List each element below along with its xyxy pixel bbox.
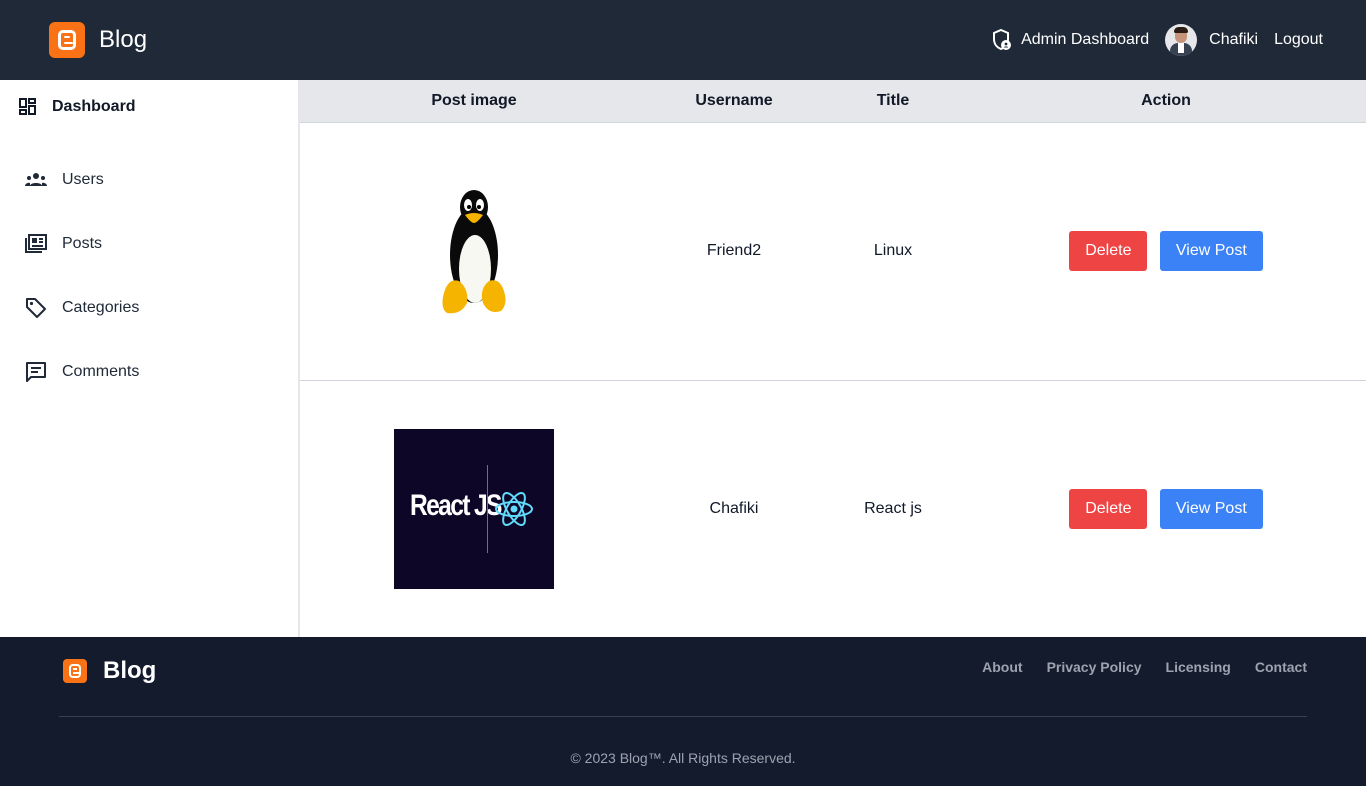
view-post-button[interactable]: View Post [1159, 489, 1263, 530]
sidebar-item-label: Dashboard [52, 98, 136, 115]
column-header-username: Username [695, 91, 773, 109]
footer-link-contact[interactable]: Contact [1255, 659, 1307, 675]
footer: Blog About Privacy Policy Licensing Cont… [0, 637, 1366, 786]
action-cell: Delete View Post [966, 380, 1366, 638]
table-header-row: Post image Username Title Action [300, 80, 1366, 122]
posts-table: Post image Username Title Action Friend2… [300, 80, 1366, 638]
avatar[interactable] [1165, 24, 1198, 56]
view-post-button[interactable]: View Post [1159, 231, 1263, 271]
footer-brand-name: Blog [103, 657, 157, 684]
title-cell: React js [864, 500, 922, 518]
action-cell: Delete View Post [966, 122, 1366, 380]
table-row: React JS Chafiki React js Delete View Po… [300, 380, 1366, 638]
brand[interactable]: Blog [49, 22, 147, 58]
column-header-post-image: Post image [431, 91, 517, 109]
table-row: Friend2 Linux Delete View Post [300, 122, 1366, 380]
footer-link-licensing[interactable]: Licensing [1166, 659, 1231, 675]
blogger-logo-icon [63, 659, 87, 683]
sidebar-item-label: Categories [62, 299, 140, 316]
comment-icon [26, 362, 46, 382]
posts-icon [25, 234, 47, 253]
admin-shield-icon [993, 28, 1012, 51]
sidebar-item-label: Posts [62, 235, 103, 252]
react-atom-icon [495, 492, 533, 527]
column-header-title: Title [876, 91, 910, 109]
delete-button[interactable]: Delete [1069, 489, 1148, 530]
sidebar-item-categories[interactable]: Categories [24, 296, 139, 320]
top-navbar: Blog Admin Dashboard Chafiki Logout [0, 0, 1366, 80]
footer-divider [59, 716, 1307, 717]
column-header-action: Action [1141, 91, 1191, 109]
tag-icon [26, 298, 46, 318]
username-link[interactable]: Chafiki [1209, 31, 1258, 49]
sidebar-item-users[interactable]: Users [24, 168, 104, 192]
linux-penguin-image [442, 190, 506, 314]
logout-button[interactable]: Logout [1274, 31, 1323, 49]
post-image-cell: React JS [300, 380, 648, 638]
footer-link-about[interactable]: About [982, 659, 1022, 675]
sidebar-item-dashboard[interactable]: Dashboard [18, 97, 136, 117]
users-icon [25, 173, 47, 186]
sidebar: Dashboard Users Posts Categories Comment… [0, 80, 300, 637]
dashboard-icon [19, 98, 36, 115]
brand-name: Blog [99, 26, 148, 53]
footer-link-privacy-policy[interactable]: Privacy Policy [1047, 659, 1142, 675]
sidebar-item-label: Users [62, 171, 104, 188]
react-logo-image: React JS [394, 429, 554, 590]
delete-button[interactable]: Delete [1069, 231, 1148, 271]
posts-table-container: Post image Username Title Action Friend2… [300, 80, 1366, 637]
username-cell: Chafiki [709, 500, 759, 518]
sidebar-item-label: Comments [62, 363, 140, 380]
footer-links: About Privacy Policy Licensing Contact [958, 659, 1307, 675]
blogger-logo-icon [49, 22, 85, 58]
post-image-cell [300, 122, 648, 380]
username-cell: Friend2 [706, 242, 762, 259]
footer-brand[interactable]: Blog [63, 657, 156, 685]
sidebar-item-posts[interactable]: Posts [24, 232, 102, 256]
copyright-text: © 2023 Blog™. All Rights Reserved. [570, 750, 796, 766]
header-actions: Admin Dashboard Chafiki Logout [991, 24, 1323, 56]
admin-dashboard-link[interactable]: Admin Dashboard [1021, 31, 1149, 49]
title-cell: Linux [873, 242, 913, 259]
sidebar-item-comments[interactable]: Comments [24, 360, 139, 384]
